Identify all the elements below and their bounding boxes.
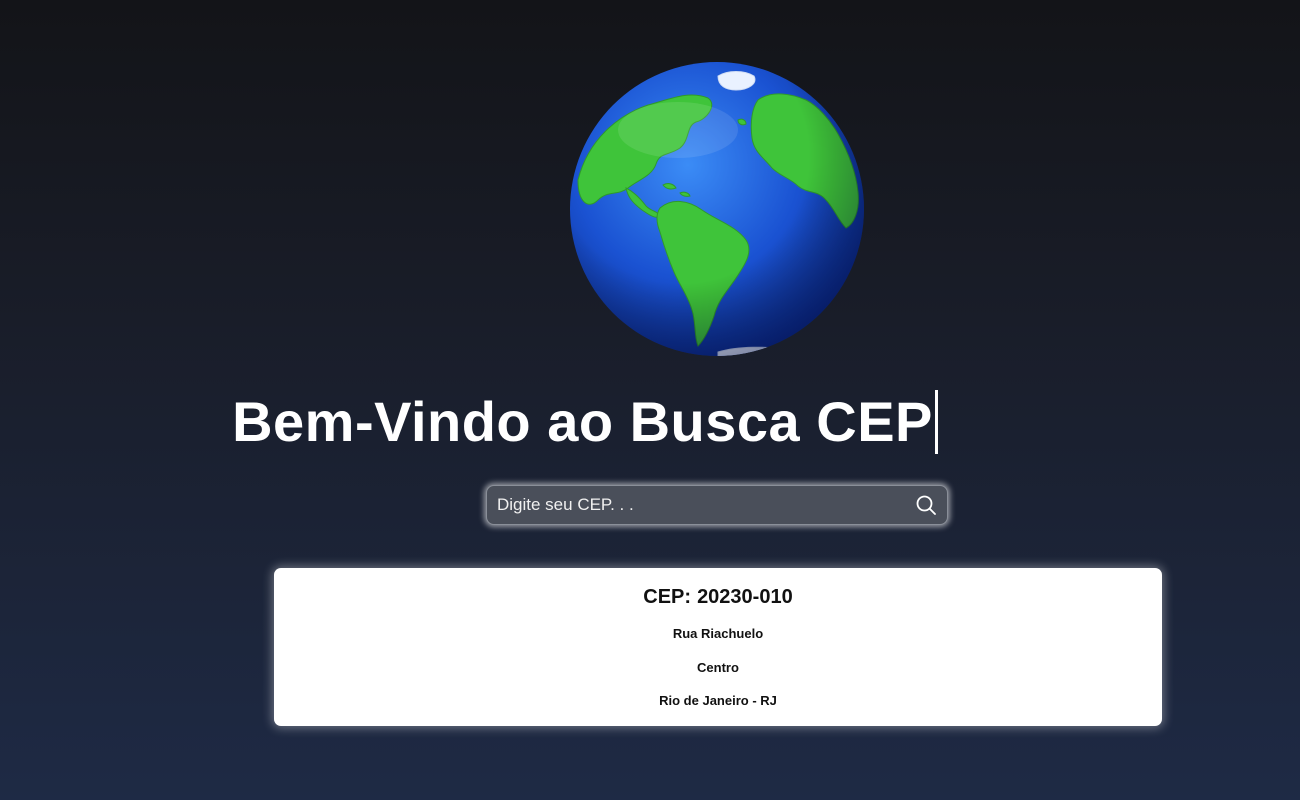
globe-logo — [568, 60, 866, 358]
page-title-text: Bem-Vindo ao Busca CEP — [232, 390, 933, 453]
cep-label: CEP: — [643, 586, 692, 608]
search-icon — [916, 495, 936, 515]
cep-heading: CEP: 20230-010 — [274, 585, 1162, 609]
page-title: Bem-Vindo ao Busca CEP — [0, 388, 1300, 458]
globe-icon — [570, 62, 864, 356]
city-state-text: Rio de Janeiro - RJ — [659, 693, 777, 708]
street-text: Rua Riachuelo — [672, 626, 764, 641]
result-card: CEP: 20230-010 Rua Riachuelo Centro Rio d… — [274, 568, 1162, 726]
text-caret — [934, 390, 938, 455]
search-bar[interactable] — [486, 485, 948, 525]
cep-value: 20230-010 — [697, 586, 793, 608]
search-button[interactable] — [911, 490, 941, 520]
district-text: Centro — [697, 660, 739, 675]
cep-search-input[interactable] — [487, 486, 907, 524]
